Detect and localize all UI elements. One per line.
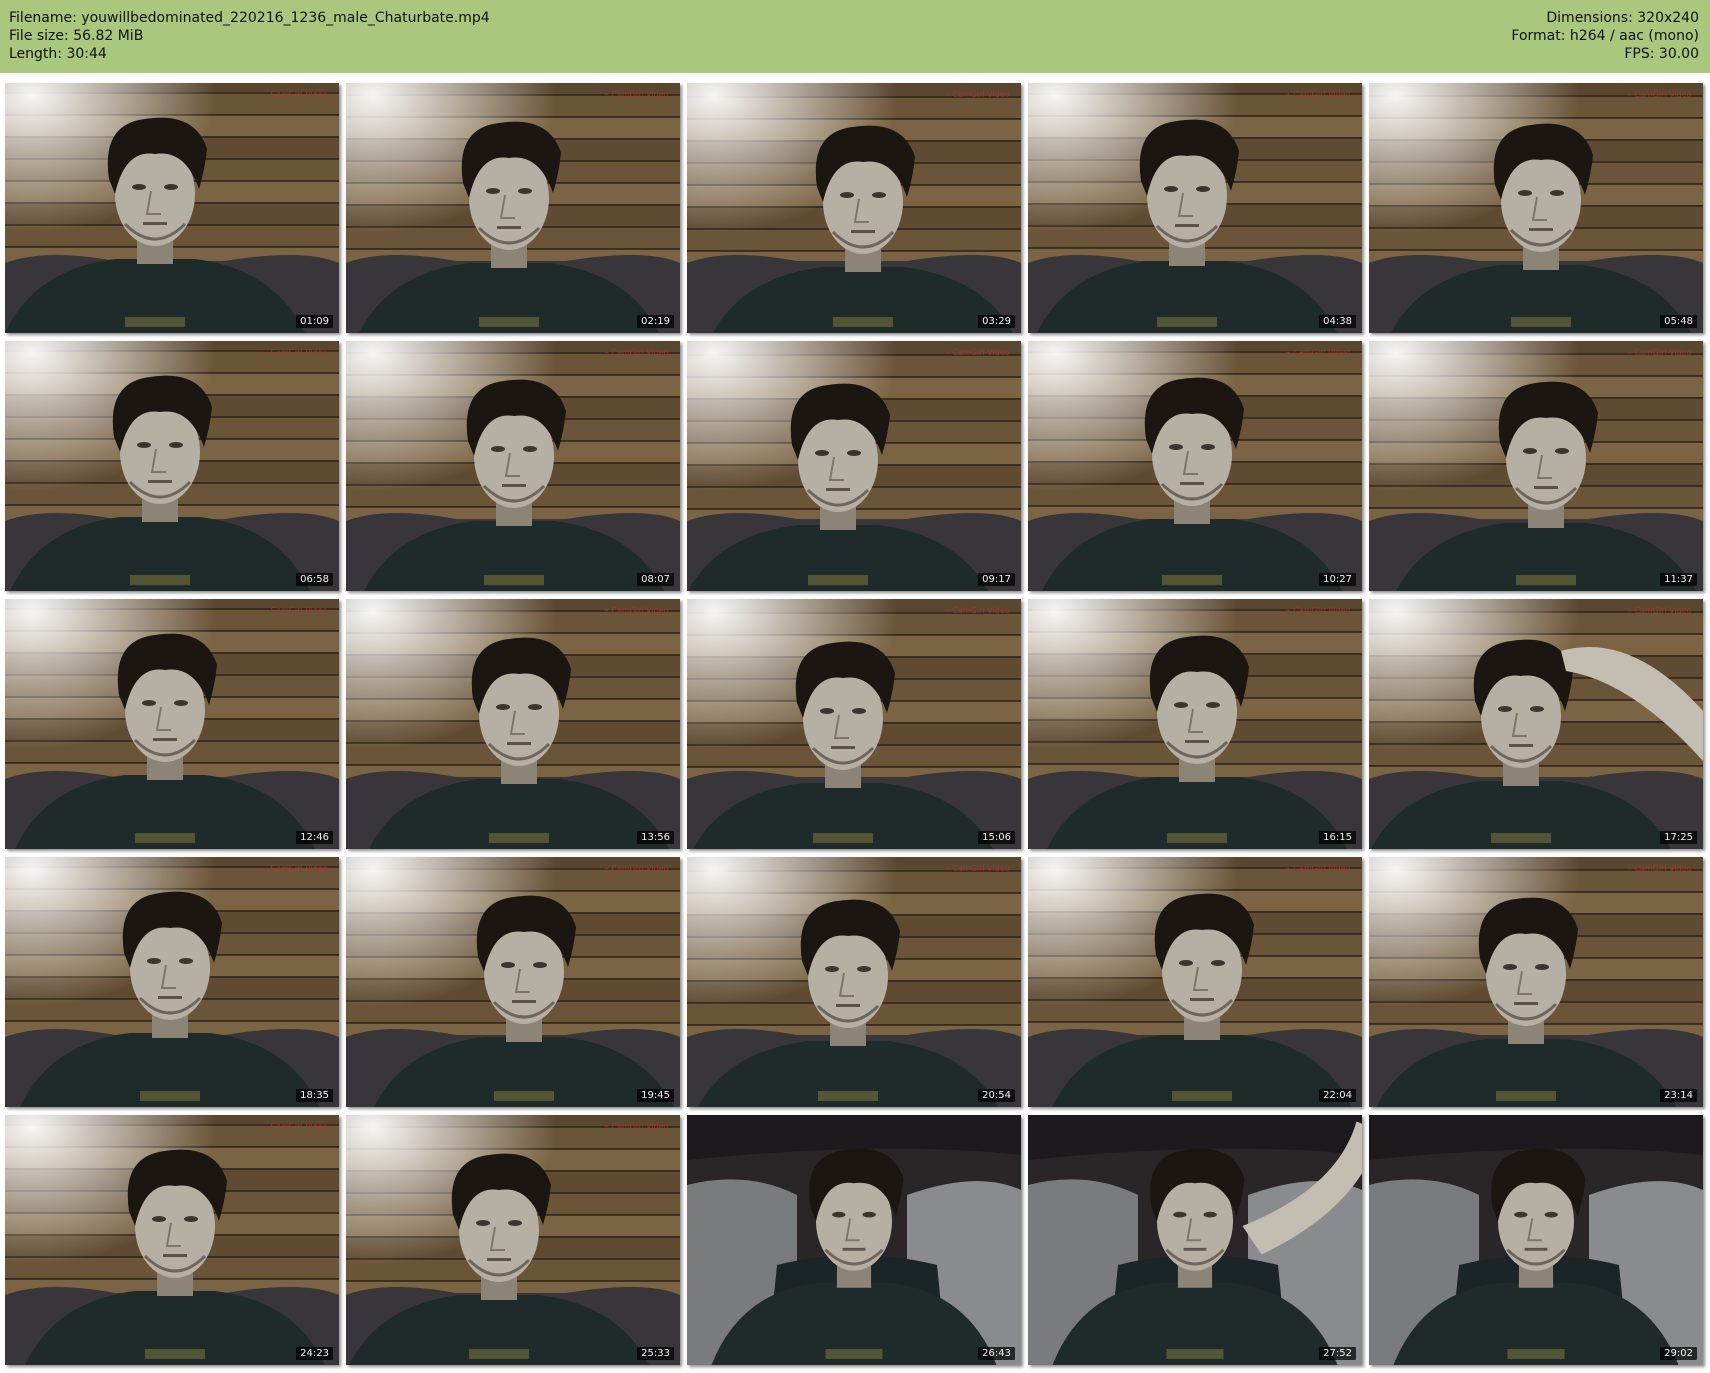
video-thumbnail: ⌁ CamGirl Video 12:46 xyxy=(5,599,339,849)
thumbnail-timestamp: 18:35 xyxy=(296,1089,333,1102)
video-thumbnail: ⌁ CamGirl Video 19:45 xyxy=(346,857,680,1107)
video-thumbnail: ⌁ CamGirl Video 04:38 xyxy=(1028,83,1362,333)
svg-text:⌁ CamGirl Video: ⌁ CamGirl Video xyxy=(1627,90,1692,99)
svg-text:⌁ CamGirl Video: ⌁ CamGirl Video xyxy=(604,90,669,99)
video-thumbnail: ⌁ CamGirl Video 20:54 xyxy=(687,857,1021,1107)
thumbnail-timestamp: 09:17 xyxy=(978,573,1015,586)
video-thumbnail: ⌁ CamGirl Video 17:25 xyxy=(1369,599,1703,849)
video-thumbnail: ⌁ CamGirl Video 08:07 xyxy=(346,341,680,591)
thumbnail-timestamp: 23:14 xyxy=(1660,1089,1697,1102)
svg-text:⌁ CamGirl Video: ⌁ CamGirl Video xyxy=(604,1122,669,1131)
svg-text:⌁ CamGirl Video: ⌁ CamGirl Video xyxy=(1286,606,1351,615)
svg-text:⌁ CamGirl Video: ⌁ CamGirl Video xyxy=(604,864,669,873)
video-thumbnail: ⌁ CamGirl Video 16:15 xyxy=(1028,599,1362,849)
thumbnail-timestamp: 10:27 xyxy=(1319,573,1356,586)
video-thumbnail: ⌁ CamGirl Video 22:04 xyxy=(1028,857,1362,1107)
thumbnail-timestamp: 26:43 xyxy=(978,1347,1015,1360)
video-thumbnail: ⌁ CamGirl Video 15:06 xyxy=(687,599,1021,849)
svg-text:⌁ CamGirl Video: ⌁ CamGirl Video xyxy=(604,606,669,615)
video-thumbnail: ⌁ CamGirl Video 09:17 xyxy=(687,341,1021,591)
video-thumbnail: ⌁ CamGirl Video 25:33 xyxy=(346,1115,680,1365)
svg-text:⌁ CamGirl Video: ⌁ CamGirl Video xyxy=(1286,90,1351,99)
thumbnail-timestamp: 05:48 xyxy=(1660,315,1697,328)
thumbnail-timestamp: 27:52 xyxy=(1319,1347,1356,1360)
svg-text:⌁ CamGirl Video: ⌁ CamGirl Video xyxy=(1286,864,1351,873)
info-right: Dimensions: 320x240 Format: h264 / aac (… xyxy=(1511,9,1699,63)
video-thumbnail: ⌁ CamGirl Video 02:19 xyxy=(346,83,680,333)
video-thumbnail: ⌁ CamGirl Video 18:35 xyxy=(5,857,339,1107)
video-thumbnail: ⌁ CamGirl Video 05:48 xyxy=(1369,83,1703,333)
thumbnail-timestamp: 01:09 xyxy=(296,315,333,328)
svg-text:⌁ CamGirl Video: ⌁ CamGirl Video xyxy=(263,606,328,615)
video-thumbnail: 26:43 xyxy=(687,1115,1021,1365)
svg-text:⌁ CamGirl Video: ⌁ CamGirl Video xyxy=(1286,348,1351,357)
svg-text:⌁ CamGirl Video: ⌁ CamGirl Video xyxy=(945,348,1010,357)
svg-text:⌁ CamGirl Video: ⌁ CamGirl Video xyxy=(263,348,328,357)
thumbnail-timestamp: 16:15 xyxy=(1319,831,1356,844)
video-thumbnail: ⌁ CamGirl Video 06:58 xyxy=(5,341,339,591)
filename-text: Filename: youwillbedominated_220216_1236… xyxy=(9,10,490,26)
thumbnail-timestamp: 03:29 xyxy=(978,315,1015,328)
svg-text:⌁ CamGirl Video: ⌁ CamGirl Video xyxy=(1627,606,1692,615)
svg-text:⌁ CamGirl Video: ⌁ CamGirl Video xyxy=(263,90,328,99)
svg-text:⌁ CamGirl Video: ⌁ CamGirl Video xyxy=(945,90,1010,99)
thumbnail-timestamp: 15:06 xyxy=(978,831,1015,844)
video-thumbnail: ⌁ CamGirl Video 03:29 xyxy=(687,83,1021,333)
thumbnail-timestamp: 12:46 xyxy=(296,831,333,844)
thumbnail-timestamp: 17:25 xyxy=(1660,831,1697,844)
thumbnail-timestamp: 29:02 xyxy=(1660,1347,1697,1360)
video-thumbnail: ⌁ CamGirl Video 24:23 xyxy=(5,1115,339,1365)
thumbnail-timestamp: 22:04 xyxy=(1319,1089,1356,1102)
thumbnail-timestamp: 06:58 xyxy=(296,573,333,586)
thumbnail-timestamp: 04:38 xyxy=(1319,315,1356,328)
video-thumbnail: ⌁ CamGirl Video 10:27 xyxy=(1028,341,1362,591)
svg-text:⌁ CamGirl Video: ⌁ CamGirl Video xyxy=(263,1122,328,1131)
format-text: Format: h264 / aac (mono) xyxy=(1511,28,1699,44)
thumbnail-timestamp: 20:54 xyxy=(978,1089,1015,1102)
thumbnail-timestamp: 13:56 xyxy=(637,831,674,844)
length-text: Length: 30:44 xyxy=(9,46,107,62)
svg-text:⌁ CamGirl Video: ⌁ CamGirl Video xyxy=(945,606,1010,615)
video-thumbnail: ⌁ CamGirl Video 11:37 xyxy=(1369,341,1703,591)
video-thumbnail: 29:02 xyxy=(1369,1115,1703,1365)
svg-text:⌁ CamGirl Video: ⌁ CamGirl Video xyxy=(1627,864,1692,873)
svg-text:⌁ CamGirl Video: ⌁ CamGirl Video xyxy=(945,864,1010,873)
fps-text: FPS: 30.00 xyxy=(1624,46,1699,62)
info-left: Filename: youwillbedominated_220216_1236… xyxy=(9,9,490,63)
thumbnail-timestamp: 25:33 xyxy=(637,1347,674,1360)
svg-text:⌁ CamGirl Video: ⌁ CamGirl Video xyxy=(604,348,669,357)
video-thumbnail: 27:52 xyxy=(1028,1115,1362,1365)
video-thumbnail: ⌁ CamGirl Video 13:56 xyxy=(346,599,680,849)
dimensions-text: Dimensions: 320x240 xyxy=(1546,10,1699,26)
thumbnail-timestamp: 19:45 xyxy=(637,1089,674,1102)
svg-text:⌁ CamGirl Video: ⌁ CamGirl Video xyxy=(263,864,328,873)
thumbnail-timestamp: 24:23 xyxy=(296,1347,333,1360)
svg-text:⌁ CamGirl Video: ⌁ CamGirl Video xyxy=(1627,348,1692,357)
filesize-text: File size: 56.82 MiB xyxy=(9,28,144,44)
info-header: Filename: youwillbedominated_220216_1236… xyxy=(0,0,1710,73)
thumbnail-timestamp: 11:37 xyxy=(1660,573,1697,586)
video-thumbnail: ⌁ CamGirl Video 23:14 xyxy=(1369,857,1703,1107)
thumbnail-timestamp: 08:07 xyxy=(637,573,674,586)
thumbnail-timestamp: 02:19 xyxy=(637,315,674,328)
video-thumbnail: ⌁ CamGirl Video 01:09 xyxy=(5,83,339,333)
